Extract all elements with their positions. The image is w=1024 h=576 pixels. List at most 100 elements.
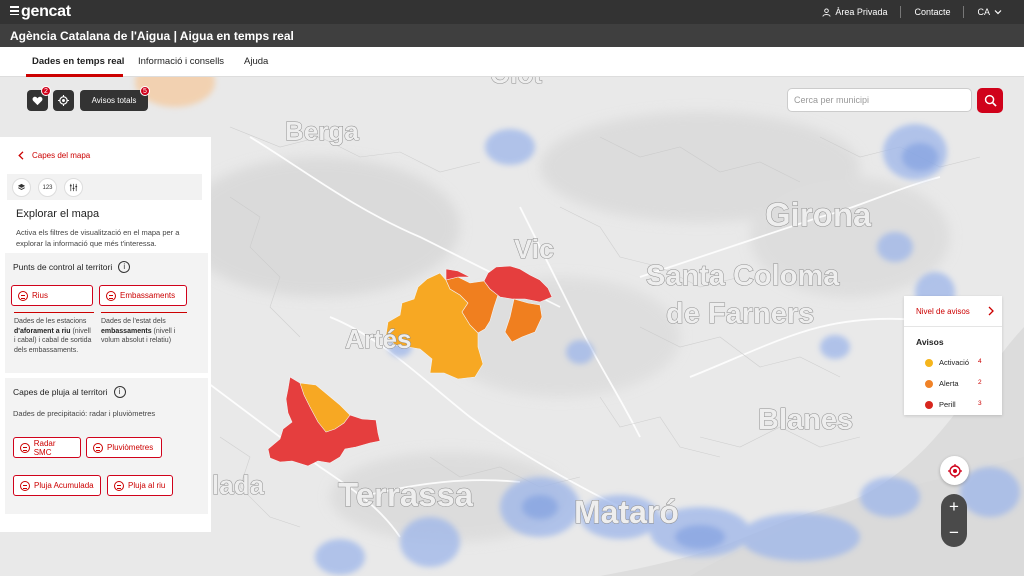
- reservoir-icon: [106, 290, 116, 301]
- rius-desc-pre: Dades de les estacions: [14, 318, 87, 325]
- gencat-logo[interactable]: gencat: [10, 3, 71, 21]
- info-icon[interactable]: i: [118, 261, 131, 273]
- tab-bar: Dades en temps real Informació i consell…: [0, 47, 1024, 77]
- pluja-acumulada-label: Pluja Acumulada: [34, 481, 94, 490]
- rius-description: Dades de les estacions d'aforament a riu…: [14, 312, 94, 355]
- zoom-out-button[interactable]: −: [941, 520, 967, 546]
- radar-icon: [20, 442, 30, 453]
- city-label-de-farners: de Farners: [666, 298, 814, 330]
- city-label-terrassa: Terrassa: [338, 476, 474, 513]
- favorites-badge: 2: [41, 86, 51, 96]
- legend-row-activacio: Activació 4: [925, 357, 995, 369]
- city-label-girona: Girona: [765, 196, 872, 233]
- radar-smc-toggle[interactable]: Radar SMC: [13, 437, 81, 458]
- top-links: Àrea Privada Contacte CA: [822, 0, 1002, 24]
- chevron-right-icon: [988, 306, 994, 316]
- rius-desc-bold: d'aforament a riu: [14, 327, 71, 335]
- back-to-layers-link[interactable]: Capes del mapa: [18, 151, 90, 160]
- avisos-totals-label: Avisos totals: [91, 96, 137, 105]
- pluja-acumulada-toggle[interactable]: Pluja Acumulada: [13, 475, 101, 496]
- zoom-control: + −: [941, 494, 967, 547]
- info-icon[interactable]: i: [113, 386, 126, 398]
- legend-label-alerta: Alerta: [939, 379, 959, 388]
- panel-heading: Explorar el mapa: [16, 208, 100, 220]
- avisos-totals-button[interactable]: Avisos totals 5: [80, 86, 150, 111]
- legend-dot-activacio: [925, 359, 933, 367]
- legend-count-activacio: 4: [978, 358, 982, 365]
- layers-icon: [17, 183, 26, 190]
- layers-mode-button[interactable]: [12, 178, 31, 197]
- chevron-down-icon: [994, 10, 1002, 15]
- city-label-blanes: Blanes: [758, 404, 853, 436]
- back-link-label: Capes del mapa: [32, 151, 91, 160]
- legend-row-alerta: Alerta 2: [925, 378, 995, 390]
- tab-dades-temps-real[interactable]: Dades en temps real: [32, 56, 124, 67]
- divider: [963, 6, 965, 18]
- numbers-mode-label: 123: [42, 184, 53, 191]
- language-selector[interactable]: CA: [977, 7, 1002, 17]
- control-points-section: Punts de control al territori i Rius Emb…: [5, 253, 208, 373]
- city-label-santa-coloma: Santa Coloma: [646, 260, 840, 292]
- numbers-mode-button[interactable]: 123: [38, 178, 57, 197]
- page-title: Agència Catalana de l'Aigua | Aigua en t…: [10, 29, 294, 43]
- tab-ajuda[interactable]: Ajuda: [244, 56, 268, 67]
- geolocate-button[interactable]: [940, 456, 969, 485]
- rain-layers-title-text: Capes de pluja al territori: [13, 387, 108, 397]
- emb-desc-pre: Dades de l'estat dels: [101, 318, 166, 325]
- control-points-title: Punts de control al territori i: [13, 261, 131, 273]
- rain-cloud-icon: [114, 480, 124, 491]
- legend-dot-alerta: [925, 380, 933, 388]
- umbrella-icon: [93, 442, 103, 453]
- top-bar: gencat Àrea Privada Contacte CA: [0, 0, 1024, 24]
- contact-link[interactable]: Contacte: [914, 7, 950, 17]
- sliders-icon: [69, 183, 78, 192]
- avisos-badge: 5: [140, 86, 150, 96]
- target-icon: [947, 463, 962, 478]
- language-label: CA: [977, 7, 990, 17]
- city-label-ilada: lada: [212, 470, 265, 500]
- crosshair-icon: [58, 95, 69, 106]
- favorites-button[interactable]: 2: [27, 86, 51, 111]
- pluja-al-riu-label: Pluja al riu: [128, 481, 166, 490]
- legend-label-perill: Perill: [939, 400, 956, 409]
- private-area-label: Àrea Privada: [835, 7, 888, 17]
- user-icon: [822, 7, 831, 17]
- location-button[interactable]: [53, 90, 74, 111]
- rain-layers-subtitle: Dades de precipitació: radar i pluviòmet…: [13, 409, 156, 418]
- chevron-left-icon: [18, 151, 24, 160]
- title-bar: Agència Catalana de l'Aigua | Aigua en t…: [0, 24, 1024, 47]
- pluviometres-label: Pluviòmetres: [107, 443, 154, 452]
- search-button[interactable]: [977, 88, 1003, 113]
- map-layers-panel: Capes del mapa 123 Explorar el mapa Acti…: [0, 137, 211, 532]
- legend-count-alerta: 2: [978, 379, 982, 386]
- pluja-al-riu-toggle[interactable]: Pluja al riu: [107, 475, 173, 496]
- warning-level-title: Nivel de avisos: [916, 307, 970, 316]
- private-area-link[interactable]: Àrea Privada: [822, 7, 887, 17]
- tab-informacio-consells[interactable]: Informació i consells: [138, 56, 224, 67]
- warning-level-toggle[interactable]: Nivel de avisos: [904, 296, 1002, 327]
- search-icon: [984, 94, 997, 107]
- river-icon: [18, 290, 28, 301]
- rius-label: Rius: [32, 291, 49, 300]
- legend-dot-perill: [925, 401, 933, 409]
- embassaments-toggle[interactable]: Embassaments: [99, 285, 187, 306]
- city-label-artes: Artés: [345, 324, 411, 354]
- rain-gauge-icon: [20, 480, 30, 491]
- rain-layers-title: Capes de pluja al territori i: [13, 386, 126, 398]
- panel-mode-bar: 123: [7, 174, 202, 200]
- warning-level-panel: Nivel de avisos Avisos Activació 4 Alert…: [904, 296, 1002, 415]
- contact-label: Contacte: [914, 7, 951, 17]
- legend-avisos-title: Avisos: [916, 337, 944, 347]
- heart-icon: [32, 96, 43, 105]
- divider: [900, 6, 902, 18]
- embassaments-description: Dades de l'estat dels embassaments (nive…: [101, 312, 187, 346]
- rius-toggle[interactable]: Rius: [11, 285, 93, 306]
- filters-mode-button[interactable]: [64, 178, 83, 197]
- search-input[interactable]: [787, 88, 972, 112]
- legend-label-activacio: Activació: [939, 358, 970, 367]
- pluviometres-toggle[interactable]: Pluviòmetres: [86, 437, 162, 458]
- panel-intro: Activa els filtres de visualització en e…: [16, 228, 180, 248]
- city-label-vic: Vic: [514, 234, 554, 264]
- legend-count-perill: 3: [978, 400, 982, 407]
- zoom-in-button[interactable]: +: [941, 494, 967, 520]
